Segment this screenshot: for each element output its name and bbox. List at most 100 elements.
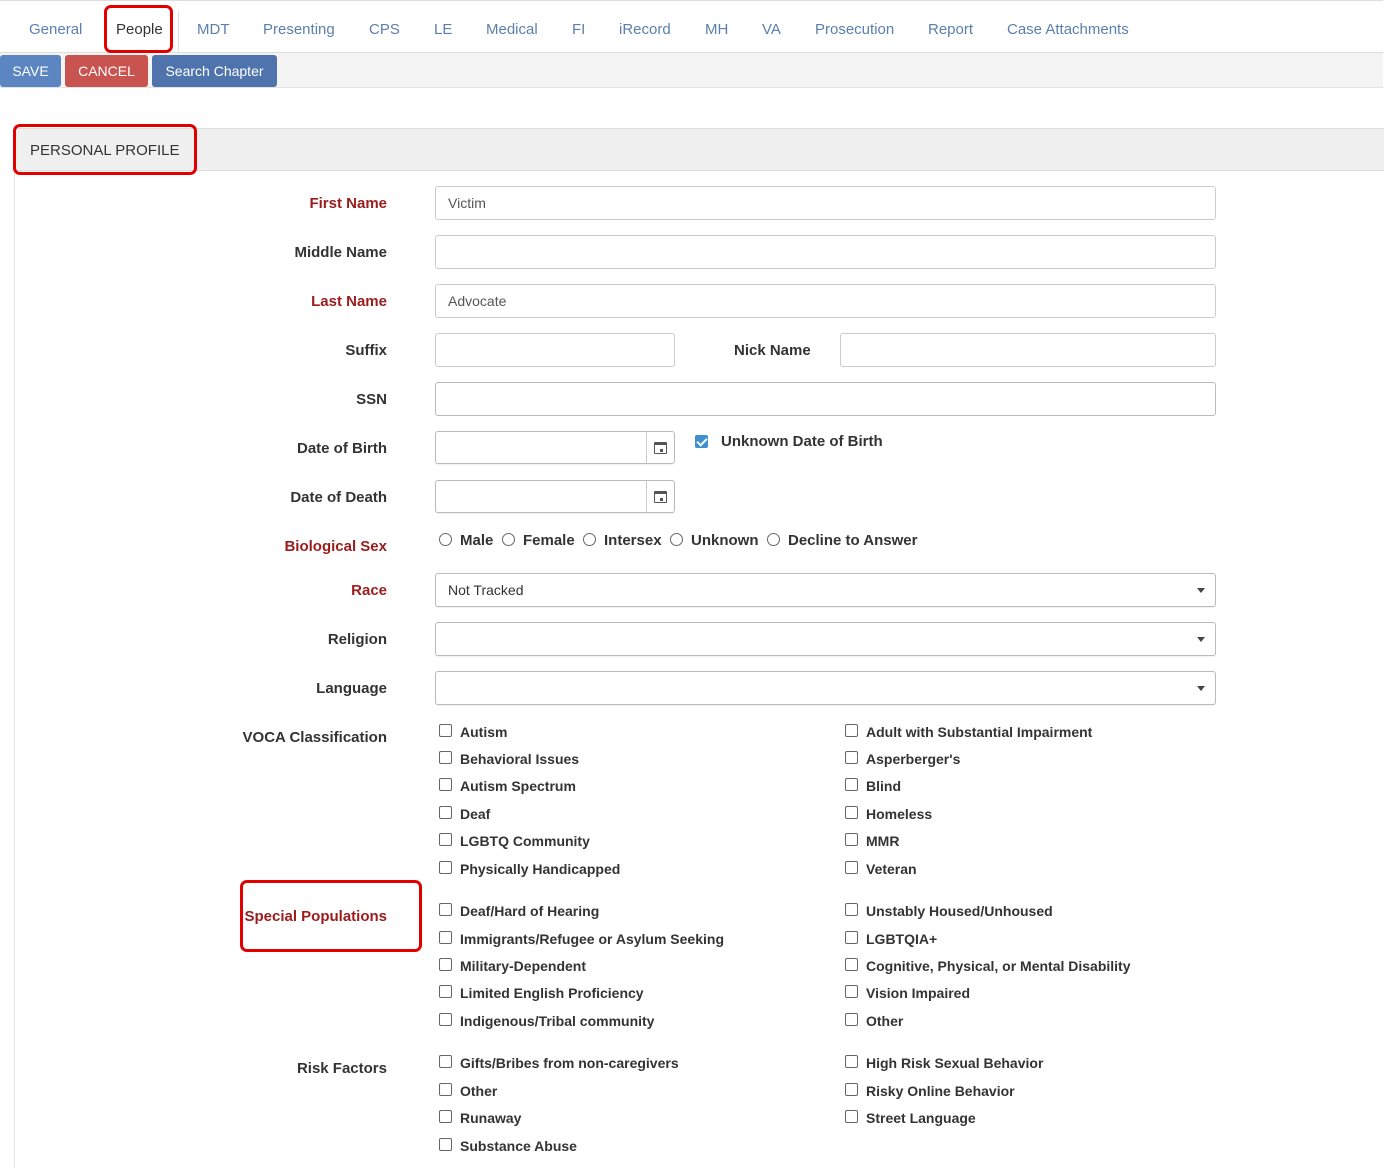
dob-input[interactable] bbox=[435, 431, 675, 464]
voca-checkbox[interactable] bbox=[845, 806, 858, 819]
voca-option-label: Adult with Substantial Impairment bbox=[866, 724, 1093, 740]
tab-mdt[interactable]: MDT bbox=[197, 21, 230, 38]
bio-sex-male-radio[interactable] bbox=[439, 533, 452, 546]
voca-checkbox[interactable] bbox=[439, 778, 452, 791]
middle-name-input[interactable] bbox=[435, 235, 1216, 269]
voca-checkbox[interactable] bbox=[845, 778, 858, 791]
bio-sex-unknown-radio[interactable] bbox=[670, 533, 683, 546]
bio-sex-intersex-radio[interactable] bbox=[583, 533, 596, 546]
first-name-input[interactable]: Victim bbox=[435, 186, 1216, 220]
voca-option-label: Deaf bbox=[460, 806, 491, 822]
special-pop-checkbox[interactable] bbox=[845, 931, 858, 944]
risk-factor-checkbox[interactable] bbox=[845, 1110, 858, 1123]
special-pop-option-label: Immigrants/Refugee or Asylum Seeking bbox=[460, 931, 724, 947]
special-pop-checkbox[interactable] bbox=[439, 903, 452, 916]
toolbar: SAVE CANCEL Search Chapter bbox=[0, 53, 1383, 88]
voca-checkbox[interactable] bbox=[845, 861, 858, 874]
risk-factor-checkbox[interactable] bbox=[845, 1083, 858, 1096]
special-pop-option-label: Cognitive, Physical, or Mental Disabilit… bbox=[866, 958, 1131, 974]
tab-people[interactable]: People bbox=[116, 21, 163, 38]
last-name-input[interactable]: Advocate bbox=[435, 284, 1216, 318]
special-pop-option-label: Indigenous/Tribal community bbox=[460, 1013, 655, 1029]
tab-cps[interactable]: CPS bbox=[369, 21, 400, 38]
voca-checkbox[interactable] bbox=[845, 724, 858, 737]
section-title: PERSONAL PROFILE bbox=[30, 142, 180, 159]
language-select[interactable] bbox=[435, 671, 1216, 705]
bio-sex-intersex-label: Intersex bbox=[604, 532, 662, 549]
risk-factor-option-label: Runaway bbox=[460, 1110, 522, 1126]
risk-factor-checkbox[interactable] bbox=[439, 1110, 452, 1123]
religion-select[interactable] bbox=[435, 622, 1216, 656]
tab-medical[interactable]: Medical bbox=[486, 21, 538, 38]
special-pop-option-label: Unstably Housed/Unhoused bbox=[866, 903, 1053, 919]
dod-calendar-button[interactable] bbox=[646, 481, 674, 512]
personal-profile-panel: PERSONAL PROFILE First Name Victim Middl… bbox=[14, 128, 1384, 1168]
risk-factor-option-label: Risky Online Behavior bbox=[866, 1083, 1015, 1099]
voca-checkbox[interactable] bbox=[845, 833, 858, 846]
dod-input[interactable] bbox=[435, 480, 675, 513]
special-pop-option-label: Military-Dependent bbox=[460, 958, 587, 974]
race-label: Race bbox=[351, 582, 387, 599]
risk-factor-option-label: Substance Abuse bbox=[460, 1138, 577, 1154]
last-name-label: Last Name bbox=[311, 293, 387, 310]
voca-checkbox[interactable] bbox=[439, 806, 452, 819]
special-pop-checkbox[interactable] bbox=[845, 958, 858, 971]
first-name-label: First Name bbox=[309, 195, 387, 212]
chevron-down-icon bbox=[1197, 686, 1205, 691]
bio-sex-female-radio[interactable] bbox=[502, 533, 515, 546]
special-pop-checkbox[interactable] bbox=[439, 931, 452, 944]
voca-checkbox[interactable] bbox=[439, 861, 452, 874]
save-button[interactable]: SAVE bbox=[0, 55, 61, 87]
ssn-label: SSN bbox=[356, 391, 387, 408]
panel-header: PERSONAL PROFILE bbox=[15, 128, 1384, 171]
risk-factor-checkbox[interactable] bbox=[439, 1083, 452, 1096]
race-select[interactable]: Not Tracked bbox=[435, 573, 1216, 607]
risk-factor-option-label: Other bbox=[460, 1083, 498, 1099]
voca-checkbox[interactable] bbox=[439, 751, 452, 764]
tab-prosecution[interactable]: Prosecution bbox=[815, 21, 894, 38]
tab-divider bbox=[178, 11, 179, 51]
unknown-dob-checkbox[interactable] bbox=[695, 435, 708, 448]
voca-checkbox[interactable] bbox=[439, 833, 452, 846]
voca-checkbox[interactable] bbox=[845, 751, 858, 764]
tab-general[interactable]: General bbox=[29, 21, 82, 38]
voca-label: VOCA Classification bbox=[242, 729, 387, 746]
special-pop-checkbox[interactable] bbox=[845, 903, 858, 916]
dob-calendar-button[interactable] bbox=[646, 432, 674, 463]
special-pop-option-label: Deaf/Hard of Hearing bbox=[460, 903, 600, 919]
voca-checkbox[interactable] bbox=[439, 724, 452, 737]
bio-sex-decline-radio[interactable] bbox=[767, 533, 780, 546]
special-pop-option-label: Other bbox=[866, 1013, 904, 1029]
tab-case-attachments[interactable]: Case Attachments bbox=[1007, 21, 1129, 38]
search-chapter-button[interactable]: Search Chapter bbox=[152, 55, 277, 87]
voca-option-label: Asperberger's bbox=[866, 751, 961, 767]
risk-factor-checkbox[interactable] bbox=[439, 1055, 452, 1068]
special-pop-checkbox[interactable] bbox=[439, 985, 452, 998]
suffix-input[interactable] bbox=[435, 333, 675, 367]
cancel-button[interactable]: CANCEL bbox=[65, 55, 148, 87]
tab-presenting[interactable]: Presenting bbox=[263, 21, 335, 38]
tab-va[interactable]: VA bbox=[762, 21, 781, 38]
tab-le[interactable]: LE bbox=[434, 21, 452, 38]
special-pop-checkbox[interactable] bbox=[439, 1013, 452, 1026]
voca-option-label: Autism bbox=[460, 724, 508, 740]
voca-option-label: Homeless bbox=[866, 806, 933, 822]
special-pop-checkbox[interactable] bbox=[439, 958, 452, 971]
risk-factor-checkbox[interactable] bbox=[845, 1055, 858, 1068]
nick-name-input[interactable] bbox=[840, 333, 1216, 367]
bio-sex-male-label: Male bbox=[460, 532, 494, 549]
ssn-input[interactable] bbox=[435, 382, 1216, 416]
nick-name-label: Nick Name bbox=[734, 342, 811, 359]
special-pop-checkbox[interactable] bbox=[845, 1013, 858, 1026]
tab-irecord[interactable]: iRecord bbox=[619, 21, 671, 38]
tab-report[interactable]: Report bbox=[928, 21, 973, 38]
voca-option-label: MMR bbox=[866, 833, 900, 849]
special-pop-checkbox[interactable] bbox=[845, 985, 858, 998]
risk-factors-label: Risk Factors bbox=[296, 1060, 387, 1077]
race-select-value: Not Tracked bbox=[448, 582, 524, 598]
middle-name-label: Middle Name bbox=[294, 244, 387, 261]
voca-option-label: Autism Spectrum bbox=[460, 778, 576, 794]
tab-fi[interactable]: FI bbox=[572, 21, 585, 38]
tab-mh[interactable]: MH bbox=[705, 21, 728, 38]
risk-factor-checkbox[interactable] bbox=[439, 1138, 452, 1151]
